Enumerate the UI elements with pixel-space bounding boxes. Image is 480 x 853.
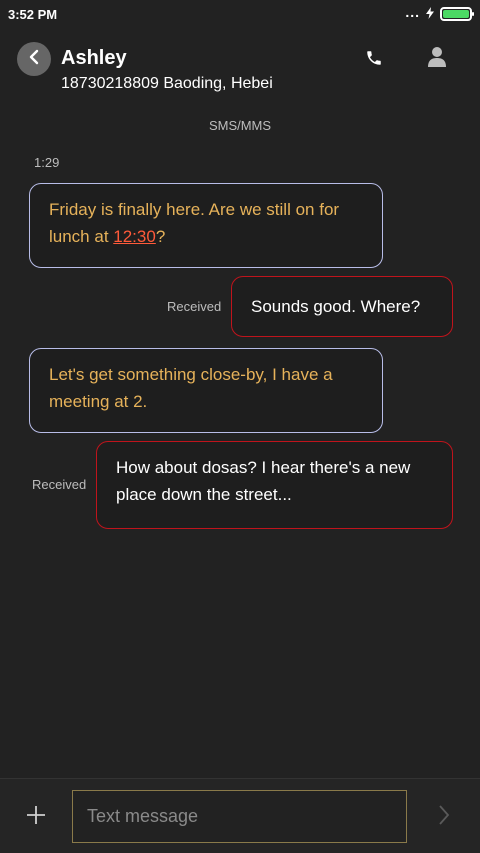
contact-name: Ashley [61, 47, 127, 69]
message-status: Received [167, 299, 222, 314]
message-bubble-outgoing[interactable]: Sounds good. Where? [231, 276, 453, 337]
chevron-left-icon [27, 49, 41, 70]
message-text: Friday is finally here. Are we still on … [49, 200, 340, 246]
send-button[interactable] [432, 804, 456, 830]
battery-icon [440, 7, 474, 21]
contact-number-location: 18730218809 Baoding, Hebei [61, 75, 273, 92]
contact-profile-button[interactable] [424, 46, 450, 72]
back-button[interactable] [17, 42, 51, 76]
message-bubble-outgoing[interactable]: How about dosas? I hear there's a new pl… [96, 441, 453, 529]
time-link[interactable]: 12:30 [113, 227, 156, 246]
person-icon [428, 46, 446, 73]
message-text: How about dosas? I hear there's a new pl… [116, 458, 411, 504]
message-text: Sounds good. Where? [251, 297, 421, 316]
battery-fill [443, 10, 469, 18]
message-bubble-incoming[interactable]: Friday is finally here. Are we still on … [29, 183, 383, 268]
message-text-suffix: ? [155, 227, 166, 246]
add-attachment-button[interactable] [24, 805, 48, 829]
status-time: 3:52 PM [8, 6, 58, 22]
bolt-icon [426, 6, 434, 22]
signal-dots-icon: ... [405, 4, 420, 20]
call-button[interactable] [362, 48, 386, 72]
phone-icon [365, 49, 383, 72]
text-message-input[interactable] [72, 790, 407, 843]
message-status: Received [32, 477, 87, 492]
message-bubble-incoming[interactable]: Let's get something close-by, I have a m… [29, 348, 383, 433]
channel-label: SMS/MMS [208, 118, 272, 133]
chevron-right-icon [438, 804, 450, 831]
composer-bar [0, 778, 480, 853]
message-text: Let's get something close-by, I have a m… [49, 365, 333, 411]
status-bar: 3:52 PM ... [0, 0, 480, 28]
message-timestamp: 1:29 [34, 155, 60, 170]
status-icons: ... [405, 4, 474, 22]
conversation-header: Ashley 18730218809 Baoding, Hebei [0, 40, 480, 100]
plus-icon [26, 805, 46, 830]
